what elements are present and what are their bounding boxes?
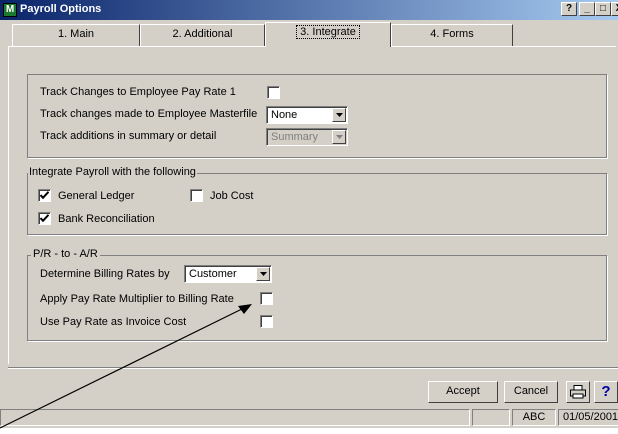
accept-button[interactable]: Accept xyxy=(428,381,498,403)
tab-integrate-label: 3. Integrate xyxy=(296,25,360,39)
separator xyxy=(8,367,618,369)
status-message-panel xyxy=(0,409,470,426)
status-abc: ABC xyxy=(512,409,556,426)
app-icon: M xyxy=(3,3,17,17)
status-date: 01/05/2001 xyxy=(558,409,618,426)
window-title: Payroll Options xyxy=(20,3,102,15)
status-bar: ABC 01/05/2001 xyxy=(0,409,618,426)
tab-forms-label: 4. Forms xyxy=(430,28,474,40)
desktop-strip xyxy=(0,428,618,434)
tab-forms[interactable]: 4. Forms xyxy=(391,24,513,46)
help-titlebar-button[interactable]: ? xyxy=(561,2,577,16)
printer-icon xyxy=(570,385,586,399)
tab-additional[interactable]: 2. Additional xyxy=(140,24,265,46)
help-button[interactable]: ? xyxy=(594,381,618,403)
tab-panel xyxy=(8,46,616,364)
payroll-options-window: M Payroll Options ? _ □ X 1. Main 2. Add… xyxy=(0,0,618,434)
print-button[interactable] xyxy=(566,381,590,403)
close-button[interactable]: X xyxy=(611,2,618,16)
tab-additional-label: 2. Additional xyxy=(172,28,233,40)
maximize-button[interactable]: □ xyxy=(595,2,611,16)
status-panel-blank xyxy=(472,409,510,426)
tab-main[interactable]: 1. Main xyxy=(12,24,140,46)
tab-integrate[interactable]: 3. Integrate xyxy=(265,22,391,47)
cancel-button[interactable]: Cancel xyxy=(504,381,558,403)
tab-main-label: 1. Main xyxy=(57,28,95,40)
title-bar[interactable]: M Payroll Options ? _ □ X xyxy=(0,0,618,20)
minimize-button[interactable]: _ xyxy=(579,2,595,16)
